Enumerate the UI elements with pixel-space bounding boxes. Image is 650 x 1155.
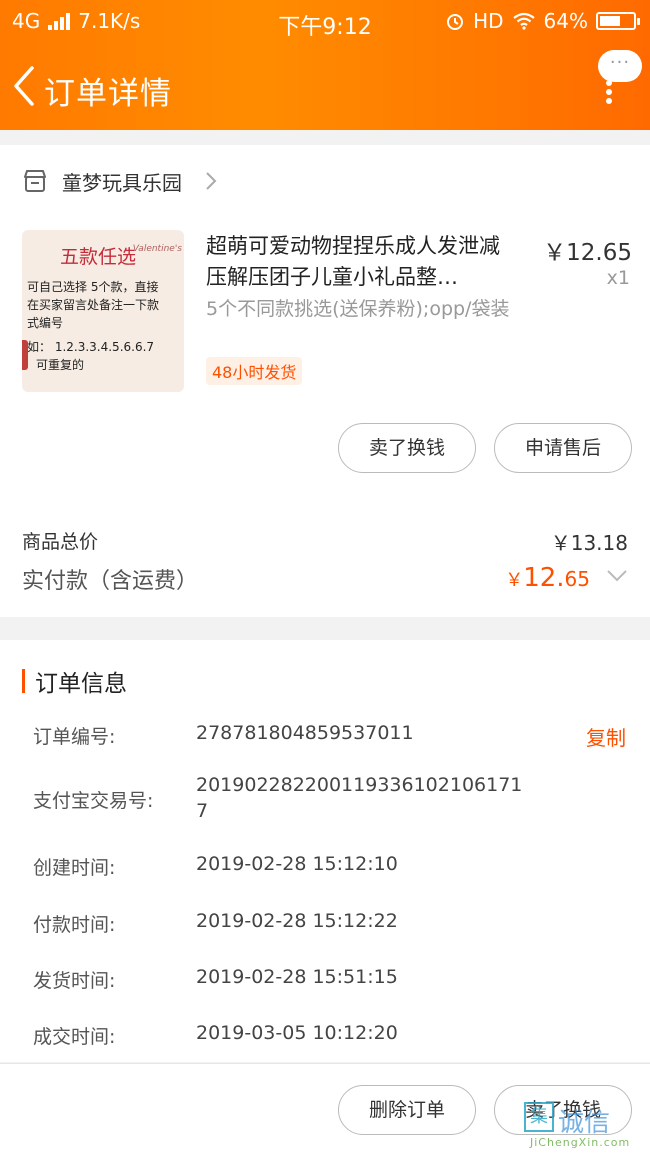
created-time-label: 创建时间:	[33, 857, 116, 879]
copy-order-number-button[interactable]: 复制	[586, 722, 626, 751]
status-bar: 4G 7.1K/s 下午9:12 HD 64%	[0, 0, 650, 44]
alipay-trade-number-line1: 201902282200119336102106171	[196, 774, 523, 796]
completion-time-label: 成交时间:	[33, 1026, 116, 1048]
page-title: 订单详情	[44, 76, 172, 112]
product-image[interactable]: 五款任选 Valentine's 可自己选择 5个款，直接 在买家留言处备注一下…	[22, 230, 184, 392]
kebab-menu-icon[interactable]	[606, 80, 612, 104]
created-time-value: 2019-02-28 15:12:10	[196, 853, 398, 875]
shop-name[interactable]: 童梦玩具乐园	[62, 167, 182, 196]
payment-time-label: 付款时间:	[33, 914, 116, 936]
payment-time-value: 2019-02-28 15:12:22	[196, 910, 398, 932]
hd-indicator: HD	[473, 9, 504, 33]
battery-icon	[596, 12, 640, 30]
order-number-label: 订单编号:	[33, 726, 116, 748]
header: 4G 7.1K/s 下午9:12 HD 64% 订单详情 ···	[0, 0, 650, 130]
product-quantity: x1	[606, 267, 630, 289]
product-image-script: Valentine's	[132, 244, 182, 254]
paid-amount[interactable]: ￥12.65	[505, 563, 590, 593]
paid-decimal: 65	[564, 567, 590, 591]
completion-time-value: 2019-03-05 10:12:20	[196, 1022, 398, 1044]
paid-integer: 12.	[523, 563, 565, 593]
order-number-value: 278781804859537011	[196, 722, 414, 744]
paid-currency: ￥	[505, 570, 524, 591]
product-sku: 5个不同款挑选(送保养粉);opp/袋装	[206, 298, 510, 320]
paid-label: 实付款（含运费）	[22, 569, 199, 594]
watermark-url: JiChengXin.com	[530, 1136, 631, 1149]
order-info-title: 订单信息	[35, 671, 127, 697]
total-label: 商品总价	[22, 531, 99, 553]
wifi-icon	[512, 12, 535, 30]
back-icon[interactable]	[10, 64, 40, 108]
product-image-line: 如： 1.2.3.3.4.5.6.6.7	[27, 340, 155, 354]
watermark-glyph: 集	[524, 1102, 554, 1132]
product-price: ￥12.65	[543, 240, 632, 266]
alipay-trade-number-value: 201902282200119336102106171 7	[196, 772, 536, 824]
heading-accent-bar	[22, 669, 25, 693]
alipay-trade-number-line2: 7	[196, 800, 209, 822]
shop-row[interactable]: 童梦玩具乐园	[22, 163, 218, 199]
nav-bar: 订单详情 ···	[0, 50, 650, 126]
order-info-card: 订单信息 订单编号: 278781804859537011 复制 支付宝交易号:…	[0, 640, 650, 1062]
alipay-trade-number-label: 支付宝交易号:	[33, 790, 154, 812]
watermark-text: 诚信	[558, 1108, 611, 1138]
shipping-tag: 48小时发货	[206, 357, 303, 385]
order-info-heading: 订单信息	[22, 664, 127, 698]
alarm-icon	[447, 14, 464, 30]
total-value: ￥13.18	[550, 531, 628, 555]
product-image-line: 可自己选择 5个款，直接	[27, 280, 159, 294]
sell-for-cash-button[interactable]: 卖了换钱	[338, 423, 476, 473]
shipping-time-label: 发货时间:	[33, 970, 116, 992]
product-image-title: 五款任选	[60, 246, 137, 268]
after-sale-button[interactable]: 申请售后	[494, 423, 632, 473]
order-card: 童梦玩具乐园 五款任选 Valentine's 可自己选择 5个款，直接 在买家…	[0, 145, 650, 617]
store-icon	[24, 170, 46, 192]
product-image-decoration	[22, 340, 28, 370]
product-image-line: 在买家留言处备注一下款	[27, 298, 160, 312]
product-image-line: 可重复的	[36, 358, 85, 372]
delete-order-button[interactable]: 删除订单	[338, 1085, 476, 1135]
chevron-right-icon	[206, 172, 217, 190]
chevron-down-icon[interactable]	[606, 569, 628, 583]
shipping-time-value: 2019-02-28 15:51:15	[196, 966, 398, 988]
product-title[interactable]: 超萌可爱动物捏捏乐成人发泄减压解压团子儿童小礼品整…	[206, 231, 516, 293]
product-image-line: 式编号	[27, 316, 64, 330]
more-menu-button[interactable]: ···	[598, 50, 642, 82]
battery-percent: 64%	[543, 9, 588, 33]
watermark-logo: 集 诚信 JiChengXin.com	[524, 1102, 642, 1152]
